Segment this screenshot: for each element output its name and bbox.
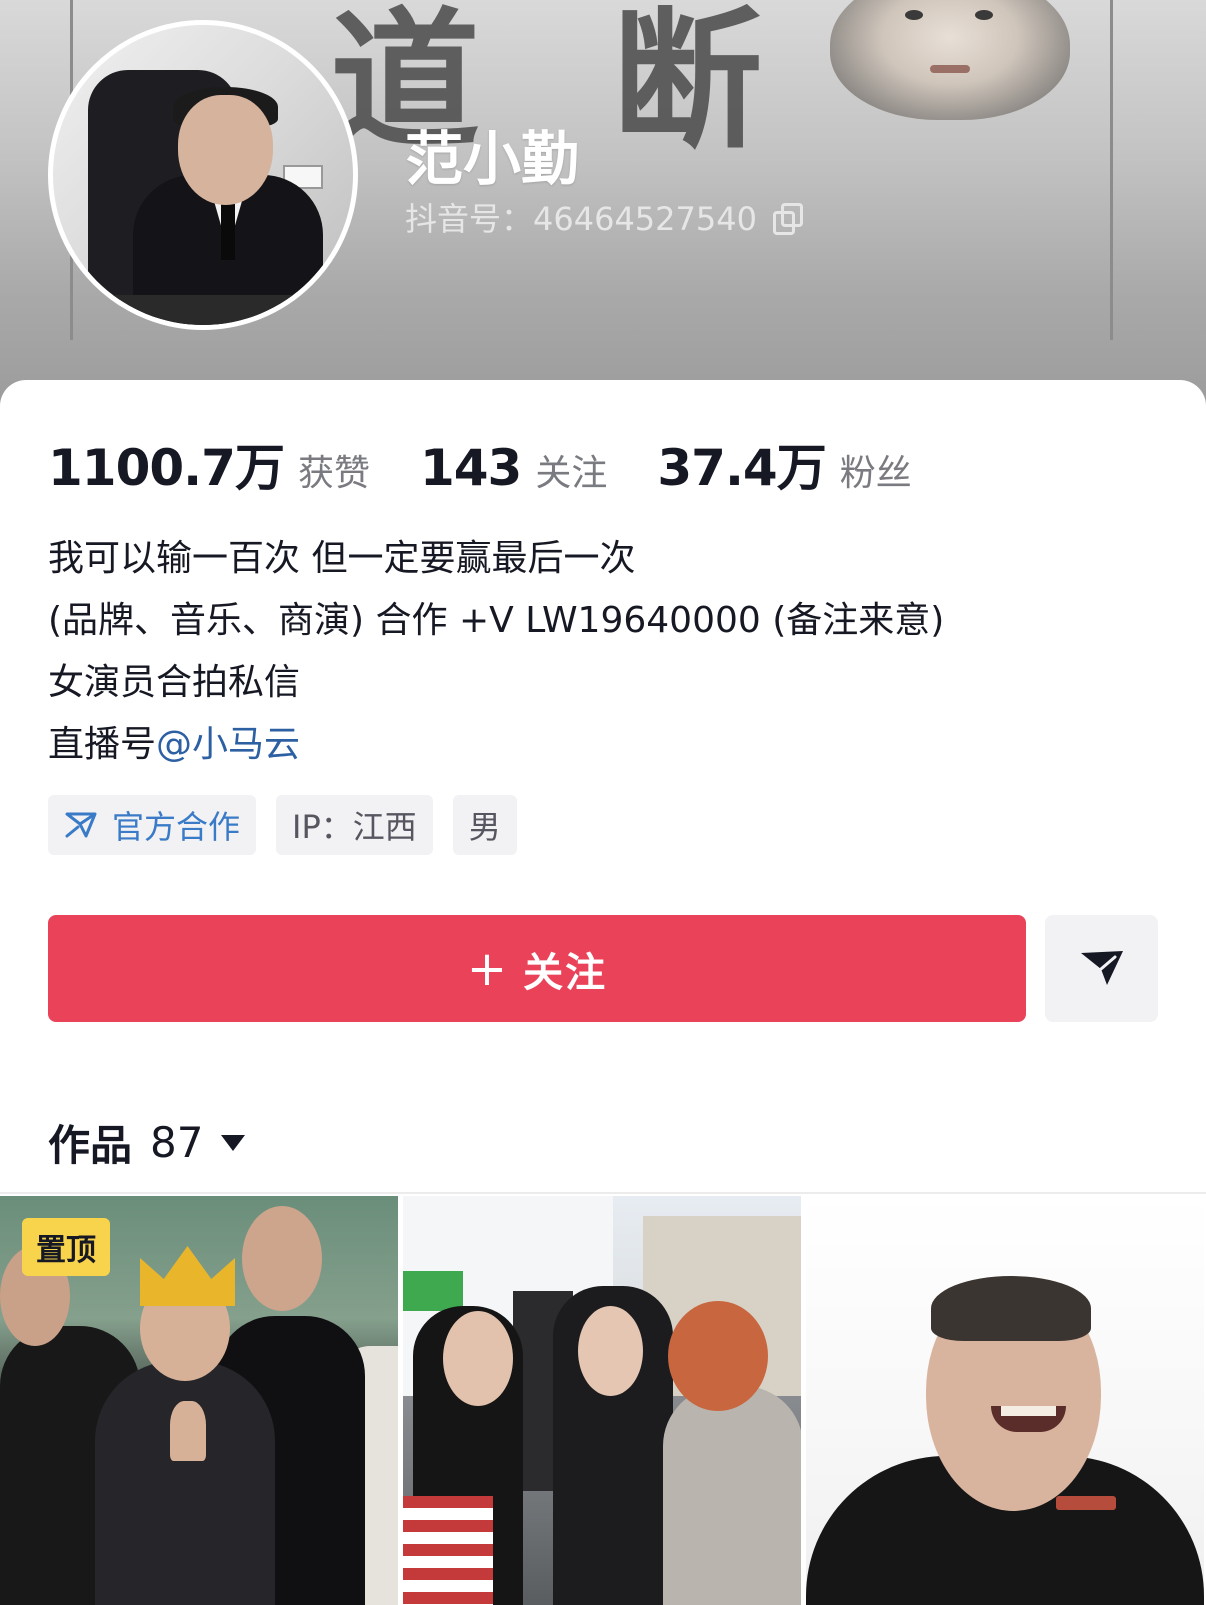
stat-followers-value: 37.4万 xyxy=(657,439,826,497)
follow-button[interactable]: + 关注 xyxy=(48,915,1026,1022)
stat-followers-label: 粉丝 xyxy=(839,453,912,494)
ip-location-tag: IP：江西 xyxy=(276,795,433,855)
copy-icon[interactable] xyxy=(772,203,803,235)
avatar[interactable] xyxy=(48,20,358,330)
stat-likes-value: 1100.7万 xyxy=(48,439,285,497)
official-cooperation-label: 官方合作 xyxy=(112,808,241,846)
bio-live-prefix: 直播号 xyxy=(48,724,157,765)
pinned-badge: 置顶 xyxy=(22,1218,110,1276)
stat-likes[interactable]: 1100.7万 获赞 xyxy=(48,428,370,500)
douyin-id-text: 抖音号：46464527540 xyxy=(405,200,757,238)
video-grid: 置顶 xyxy=(0,1196,1206,1605)
banner-portrait-image xyxy=(830,0,1070,120)
stat-following[interactable]: 143 关注 xyxy=(420,439,607,497)
stat-following-value: 143 xyxy=(419,439,522,497)
bio-line: (品牌、音乐、商演) 合作 +V LW19640000 (备注来意) xyxy=(48,600,945,641)
star-icon xyxy=(64,810,98,840)
works-tab[interactable]: 作品 87 xyxy=(48,1112,246,1173)
bio-line: 直播号@小马云 xyxy=(48,714,944,776)
bio: 我可以输一百次 但一定要赢最后一次 (品牌、音乐、商演) 合作 +V LW196… xyxy=(48,528,944,776)
follow-button-label: 关注 xyxy=(523,949,608,996)
bio-line: 女演员合拍私信 xyxy=(48,662,301,703)
caret-down-icon xyxy=(221,1134,246,1151)
works-count: 87 xyxy=(150,1118,204,1167)
douyin-id[interactable]: 抖音号：46464527540 xyxy=(405,194,803,240)
bio-line: 我可以输一百次 但一定要赢最后一次 xyxy=(48,538,636,579)
official-cooperation-tag[interactable]: 官方合作 xyxy=(48,795,257,855)
divider xyxy=(0,1192,1206,1194)
banner-frame-line xyxy=(1110,0,1113,340)
stat-likes-label: 获赞 xyxy=(297,453,370,494)
profile-name: 范小勤 xyxy=(405,125,580,193)
video-thumbnail[interactable] xyxy=(403,1196,801,1605)
stats-row: 1100.7万 获赞 143 关注 37.4万 粉丝 xyxy=(48,428,962,500)
video-thumbnail[interactable] xyxy=(806,1196,1204,1605)
bio-mention-link[interactable]: @小马云 xyxy=(156,724,300,765)
gender-tag: 男 xyxy=(452,795,517,855)
stat-followers[interactable]: 37.4万 粉丝 xyxy=(657,428,911,500)
plus-icon: + xyxy=(466,940,510,997)
video-thumbnail[interactable]: 置顶 xyxy=(0,1196,398,1605)
send-icon xyxy=(1079,947,1125,991)
stat-following-label: 关注 xyxy=(535,453,608,494)
tags-row: 官方合作 IP：江西 男 xyxy=(48,795,517,855)
send-message-button[interactable] xyxy=(1045,915,1158,1022)
works-tab-label: 作品 xyxy=(48,1121,133,1170)
